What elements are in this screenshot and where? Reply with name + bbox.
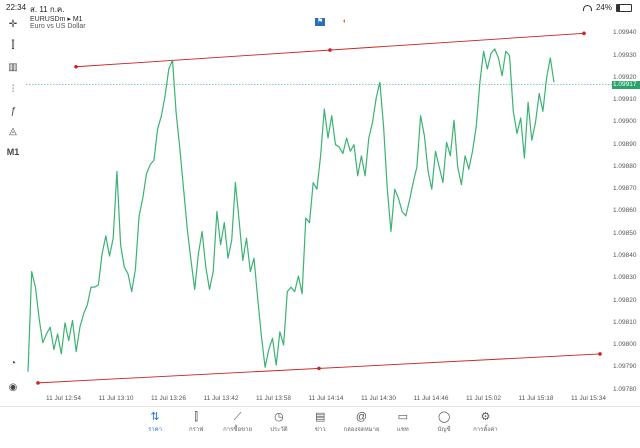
battery-percent: 24%	[595, 3, 612, 12]
price-tick-label: 1.09900	[613, 118, 637, 126]
time-tick-label: 11 Jul 15:34	[571, 395, 606, 402]
trendline-handle	[74, 64, 78, 69]
wifi-icon	[582, 4, 592, 11]
chart-toolbar: ✛ ⫿ ▥ ⫶ ƒ ◬ M1 ◔ ◉	[0, 14, 26, 406]
tab-label: การตั้งค่า	[473, 427, 498, 433]
account-icon: ◯	[437, 411, 451, 423]
time-tick-label: 11 Jul 13:26	[151, 395, 186, 402]
tab-trade[interactable]: ⟋ การซื้อขาย	[216, 410, 260, 434]
price-axis: 1.09940 1.09930 1.09920 1.09910 1.09900 1.098…	[612, 14, 640, 406]
tab-label: กราฟ	[189, 427, 204, 433]
chart-type-icon[interactable]: ⫿	[4, 40, 22, 54]
price-tick-label: 1.09810	[613, 318, 637, 326]
price-tick-label: 1.09820	[613, 296, 637, 304]
trade-icon: ⟋	[233, 411, 242, 423]
settings-icon: ⚙	[480, 411, 491, 423]
price-tick-label: 1.09910	[613, 96, 637, 104]
history-icon: ◷	[274, 411, 284, 423]
objects-icon[interactable]: ◬	[4, 126, 22, 140]
time-tick-label: 11 Jul 15:02	[466, 395, 501, 402]
price-tick-label: 1.09890	[613, 140, 637, 148]
price-tick-label: 1.09930	[613, 51, 637, 59]
time-tick-label: 11 Jul 13:10	[98, 395, 134, 402]
price-chart[interactable]	[26, 14, 612, 406]
battery-icon	[616, 3, 632, 12]
status-time: 22:34	[6, 3, 27, 12]
tab-quotes[interactable]: ⇅ ราคา	[133, 410, 177, 434]
tab-history[interactable]: ◷ ประวัติ	[257, 410, 301, 434]
current-price-tag: 1.09917	[612, 80, 640, 89]
bottom-tab-bar: ⇅ ราคา ⫿ กราฟ ⟋ การซื้อขาย ◷ ประวัติ ▤ ข่าว @ กล่อง…	[0, 406, 640, 448]
tab-label: ราคา	[148, 427, 162, 433]
price-tick-label: 1.09940	[613, 29, 637, 37]
time-tick-label: 11 Jul 14:46	[413, 395, 449, 402]
time-tick-label: 11 Jul 12:54	[46, 395, 81, 402]
tab-mailbox[interactable]: @ กล่องจดหมาย	[340, 410, 384, 434]
time-tick-label: 11 Jul 14:14	[308, 395, 344, 402]
news-icon: ▤	[314, 411, 326, 423]
chat-icon: ▭	[397, 411, 408, 423]
time-tick-label: 11 Jul 13:42	[203, 395, 239, 402]
time-tick-label: 11 Jul 14:30	[361, 395, 396, 402]
trendline-handle	[328, 48, 332, 52]
function-icon[interactable]: ƒ	[4, 106, 22, 120]
tab-chart[interactable]: ⫿ กราฟ	[174, 410, 218, 434]
price-tick-label: 1.09840	[613, 251, 637, 259]
tab-label: ข่าว	[314, 427, 326, 433]
bars-icon[interactable]: ▥	[4, 62, 22, 76]
price-tick-label: 1.09880	[613, 162, 637, 170]
tab-account[interactable]: ◯ บัญชี	[422, 410, 466, 434]
price-tick-label: 1.09870	[613, 185, 637, 193]
trendline-handle	[598, 352, 602, 356]
tab-label: กล่องจดหมาย	[343, 427, 380, 433]
price-tick-label: 1.09830	[613, 274, 637, 282]
mailbox-icon: @	[355, 411, 368, 423]
indicators-icon[interactable]: ⫶	[4, 84, 22, 98]
trendline-handle	[36, 381, 40, 385]
time-tick-label: 11 Jul 15:18	[518, 395, 554, 402]
time-tick-label: 11 Jul 13:58	[256, 395, 291, 402]
trendline-handle	[317, 366, 321, 371]
tab-label: ประวัติ	[270, 427, 288, 433]
status-right: 24%	[582, 3, 632, 12]
price-tick-label: 1.09780	[613, 385, 637, 393]
price-tick-label: 1.09790	[613, 363, 637, 371]
tab-label: แชท	[396, 427, 409, 433]
speedometer-icon[interactable]: ◔	[4, 358, 22, 372]
tab-label: การซื้อขาย	[223, 427, 253, 433]
price-tick-label: 1.09850	[613, 229, 637, 237]
status-bar: 22:34 ส. 11 ก.ค. 24%	[0, 0, 640, 14]
tab-chat[interactable]: ▭ แชท	[381, 410, 425, 434]
price-series-line	[27, 48, 555, 372]
timeframe-button[interactable]: M1	[4, 147, 22, 161]
trendline-handle	[582, 31, 586, 36]
trade-panel-icon[interactable]: ◉	[4, 382, 22, 396]
chart-icon: ⫿	[194, 411, 199, 423]
crosshair-icon[interactable]: ✛	[4, 19, 22, 33]
price-tick-label: 1.09860	[613, 207, 637, 215]
quotes-icon: ⇅	[150, 411, 160, 423]
tab-settings[interactable]: ⚙ การตั้งค่า	[463, 410, 507, 434]
tab-label: บัญชี	[437, 427, 451, 433]
price-tick-label: 1.09800	[613, 341, 637, 349]
tab-news[interactable]: ▤ ข่าว	[298, 410, 342, 434]
